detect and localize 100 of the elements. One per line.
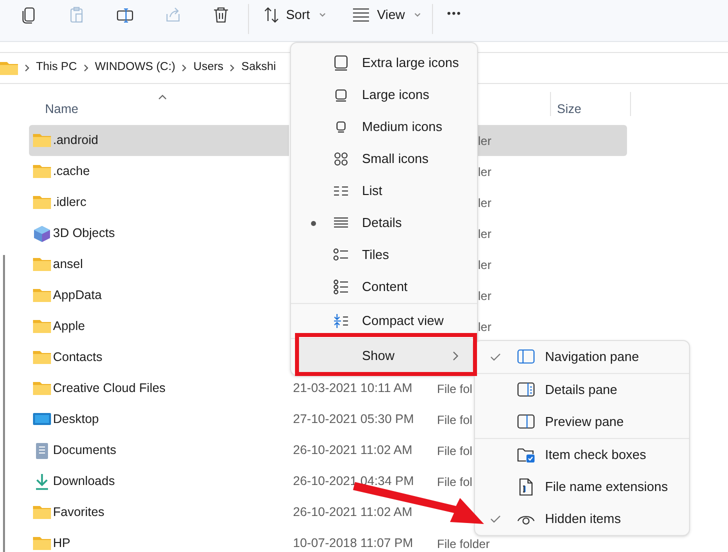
file-name: Apple [53,318,85,336]
navigation-pane-icon [517,348,535,366]
type-cell-text: ler [478,226,492,242]
tiles-icon [333,247,349,263]
name-cell[interactable]: Favorites [29,497,293,528]
date-cell-text: 26-10-2021 11:02 AM [293,504,414,522]
sort-caret-icon [158,94,167,100]
sort-button[interactable]: Sort [264,4,326,26]
date-cell-text: 26-10-2021 11:02 AM [293,442,414,460]
folder-icon [33,287,51,304]
menu-item[interactable]: Compact view [295,304,473,338]
file-name: 3D Objects [53,225,115,242]
delete-icon[interactable] [212,6,230,24]
folder-icon [33,194,51,211]
sort-arrows-icon [264,6,279,24]
name-cell[interactable]: HP [29,528,293,552]
menu-item[interactable]: File name extensions [475,471,689,503]
file-name: Documents [53,442,116,460]
date-cell-text: 27-10-2021 05:30 PM [293,411,415,428]
type-cell-text: ler [478,194,492,212]
rename-icon[interactable] [116,6,134,24]
large-icons-icon [333,87,349,103]
checkbox-folder-icon [517,446,535,464]
file-name: Desktop [53,411,99,428]
name-cell[interactable]: AppData [29,280,289,311]
breadcrumb-item[interactable]: Sakshi [241,59,276,77]
menu-item[interactable]: Large icons [295,79,473,111]
type-cell-text: ler [478,164,492,180]
type-cell-text: ler [478,288,492,304]
breadcrumb-item[interactable]: WINDOWS (C:) [94,59,176,77]
content-icon [333,279,349,295]
file-name: Downloads [53,473,115,490]
view-button[interactable]: View [352,4,421,26]
breadcrumb-item[interactable]: Users [193,59,224,77]
column-header[interactable]: Name [45,100,78,119]
caret-icon [414,12,421,18]
date-cell-text: 26-10-2021 04:34 PM [293,473,415,490]
name-cell[interactable]: Contacts [29,342,289,373]
name-cell[interactable]: Downloads [29,466,293,497]
details-pane-icon [517,381,535,399]
folder-icon [33,535,51,552]
menu-item[interactable]: Tiles [295,239,473,271]
menu-item[interactable]: Extra large icons [295,47,473,79]
more-button[interactable]: ••• [447,6,462,22]
folder-icon [33,380,51,397]
menu-item[interactable]: Medium icons [295,111,473,143]
folder-icon [0,60,18,76]
name-cell[interactable]: Apple [29,311,289,342]
menu-item[interactable]: Navigation pane [475,341,689,373]
folder-icon [33,163,51,180]
folder-icon [33,504,51,521]
menu-item[interactable]: Preview pane [475,406,689,438]
file-icon [517,478,535,496]
menu-item[interactable]: Hidden items [475,503,689,535]
menu-item[interactable]: List [295,175,473,207]
type-cell-text: ler [478,256,492,274]
file-name: Favorites [53,504,104,522]
type-cell-text: File fol [437,474,472,490]
type-cell-text: File fol [437,412,472,428]
date-cell-text: 21-03-2021 10:11 AM [293,380,414,398]
chevron-icon [82,64,89,72]
name-cell[interactable]: .android [29,125,289,156]
breadcrumb-item[interactable]: This PC [36,59,77,77]
desktop-icon [33,411,51,428]
name-cell[interactable]: Documents [29,435,293,466]
file-name: AppData [53,287,102,304]
chevron-icon [229,64,236,72]
file-name: Creative Cloud Files [53,380,166,398]
name-cell[interactable]: .cache [29,156,289,187]
type-cell-text: File fol [437,442,472,460]
small-icons-icon [333,151,349,167]
menu-item[interactable]: Content [295,271,473,303]
file-name: ansel [53,256,83,274]
name-cell[interactable]: Desktop [29,404,293,435]
folder-icon [33,132,51,149]
type-cell-text: File folder [437,536,490,552]
download-icon [33,473,51,490]
column-header[interactable]: Size [557,100,582,119]
menu-item[interactable]: Details pane [475,374,689,406]
file-name: .idlerc [53,194,86,212]
name-cell[interactable]: .idlerc [29,187,289,218]
chevron-icon [181,64,188,72]
menu-item[interactable]: Item check boxes [475,439,689,471]
menu-item[interactable]: Small icons [295,143,473,175]
checkmark-icon [490,352,501,362]
date-cell-text: 10-07-2018 11:07 PM [293,535,414,552]
chevron-icon [24,64,30,72]
type-cell-text: ler [478,318,492,336]
caret-icon [318,12,326,18]
folder-icon [33,256,51,273]
compact-view-icon [333,313,349,329]
folder-icon [33,318,51,335]
name-cell[interactable]: 3D Objects [29,218,289,249]
folder-icon [33,349,51,366]
checkmark-icon [490,514,501,524]
name-cell[interactable]: Creative Cloud Files [29,373,293,404]
document-icon [33,442,51,459]
menu-item[interactable]: Details [295,207,473,239]
scrollbar[interactable] [3,255,5,552]
name-cell[interactable]: ansel [29,249,289,280]
